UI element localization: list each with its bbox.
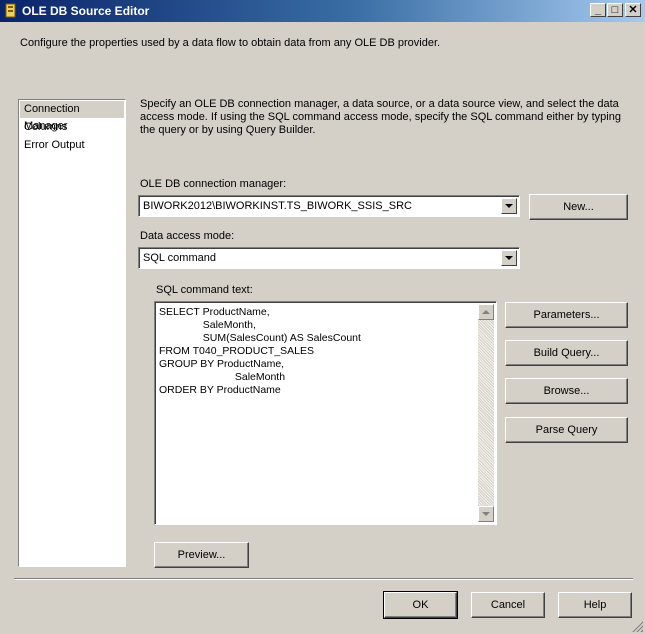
title-bar[interactable]: OLE DB Source Editor _ □ ✕ <box>0 0 645 22</box>
scroll-down-icon[interactable] <box>478 506 494 522</box>
connection-manager-label: OLE DB connection manager: <box>140 178 287 190</box>
cancel-button[interactable]: Cancel <box>471 592 545 618</box>
scroll-up-icon[interactable] <box>478 304 494 320</box>
nav-item-connection-manager[interactable]: Connection Manager <box>20 101 124 132</box>
chevron-down-icon[interactable] <box>501 198 517 214</box>
maximize-button[interactable]: □ <box>607 3 623 17</box>
dialog-description: Configure the properties used by a data … <box>20 37 441 49</box>
resize-grip-icon[interactable] <box>631 620 643 632</box>
browse-button[interactable]: Browse... <box>505 378 628 404</box>
connection-manager-dropdown[interactable]: BIWORK2012\BIWORKINST.TS_BIWORK_SSIS_SRC <box>138 195 520 217</box>
preview-button[interactable]: Preview... <box>154 542 249 568</box>
close-button[interactable]: ✕ <box>625 3 641 17</box>
app-icon <box>5 3 16 18</box>
chevron-down-icon[interactable] <box>501 250 517 266</box>
parse-query-button[interactable]: Parse Query <box>505 417 628 443</box>
new-connection-button[interactable]: New... <box>529 194 628 220</box>
window-title: OLE DB Source Editor <box>22 4 150 18</box>
data-access-mode-dropdown[interactable]: SQL command <box>138 247 520 269</box>
page-navigation-list: Connection Manager Columns Error Output <box>18 99 126 567</box>
help-button[interactable]: Help <box>558 592 632 618</box>
nav-item-columns[interactable]: Columns <box>20 119 124 136</box>
ok-button[interactable]: OK <box>383 591 458 619</box>
sql-command-text[interactable]: SELECT ProductName, SaleMonth, SUM(Sales… <box>159 306 477 397</box>
footer-separator <box>14 578 633 580</box>
instructions-text: Specify an OLE DB connection manager, a … <box>140 98 621 136</box>
connection-manager-value: BIWORK2012\BIWORKINST.TS_BIWORK_SSIS_SRC <box>143 200 412 212</box>
nav-item-error-output[interactable]: Error Output <box>20 137 124 154</box>
build-query-button[interactable]: Build Query... <box>505 340 628 366</box>
parameters-button[interactable]: Parameters... <box>505 302 628 328</box>
sql-command-label: SQL command text: <box>156 284 253 296</box>
ole-db-source-editor-window: OLE DB Source Editor _ □ ✕ Configure the… <box>0 0 645 634</box>
minimize-button[interactable]: _ <box>590 3 606 17</box>
data-access-mode-value: SQL command <box>143 252 216 264</box>
sql-vertical-scrollbar[interactable] <box>478 304 494 522</box>
sql-command-textbox[interactable]: SELECT ProductName, SaleMonth, SUM(Sales… <box>154 301 497 525</box>
data-access-mode-label: Data access mode: <box>140 230 235 242</box>
